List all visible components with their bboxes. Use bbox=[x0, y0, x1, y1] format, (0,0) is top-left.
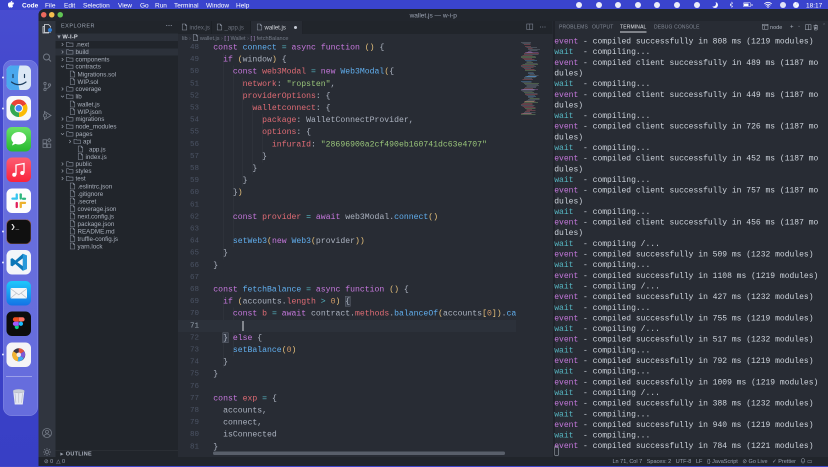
svg-text:❯_: ❯_ bbox=[11, 223, 20, 230]
